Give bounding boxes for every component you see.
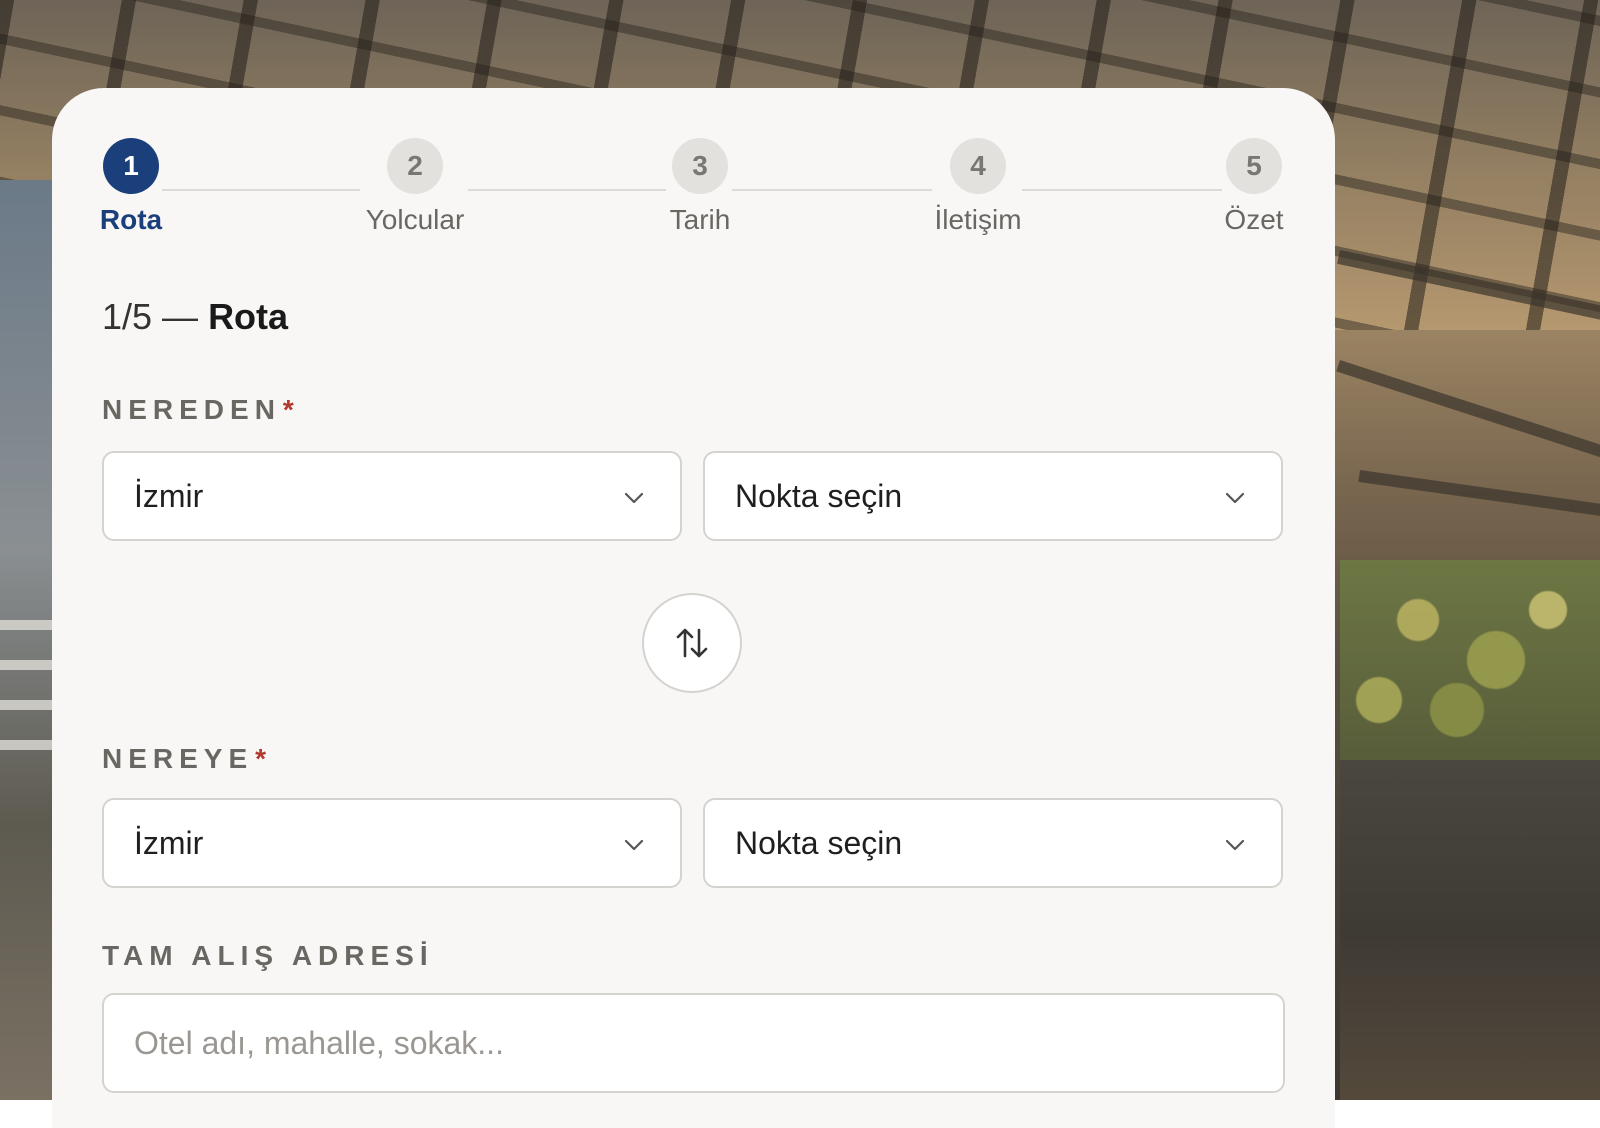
from-point-select[interactable]: Nokta seçin bbox=[703, 451, 1283, 541]
step-number: 4 bbox=[950, 138, 1006, 194]
from-city-select[interactable]: İzmir bbox=[102, 451, 682, 541]
step-number: 3 bbox=[672, 138, 728, 194]
step-label: Tarih bbox=[669, 204, 731, 235]
required-mark: * bbox=[255, 743, 267, 774]
booking-form-card: 1 Rota 2 Yolcular 3 Tarih 4 İletişim 5 Ö… bbox=[52, 88, 1335, 1128]
step-2-passengers[interactable]: 2 Yolcular bbox=[366, 138, 464, 235]
steel-beam bbox=[1358, 470, 1600, 519]
step-label: Rota bbox=[99, 204, 163, 235]
swap-route-button[interactable] bbox=[642, 593, 742, 693]
step-1-route[interactable]: 1 Rota bbox=[100, 138, 162, 235]
chevron-down-icon bbox=[1225, 492, 1245, 504]
step-connector bbox=[468, 189, 666, 191]
step-label: İletişim bbox=[934, 204, 1022, 235]
step-connector bbox=[162, 189, 360, 191]
chevron-down-icon bbox=[624, 839, 644, 851]
address-label: TAM ALIŞ ADRESİ bbox=[102, 940, 434, 971]
step-connector bbox=[732, 189, 932, 191]
from-label-text: NEREDEN bbox=[102, 394, 281, 425]
swap-vertical-icon bbox=[676, 628, 708, 658]
step-number: 1 bbox=[103, 138, 159, 194]
tree-foliage bbox=[1340, 560, 1600, 760]
to-point-select[interactable]: Nokta seçin bbox=[703, 798, 1283, 888]
step-name: Rota bbox=[208, 296, 289, 337]
lower-right-structure bbox=[1340, 760, 1600, 1100]
chevron-down-icon bbox=[1225, 839, 1245, 851]
to-label-text: NEREYE bbox=[102, 743, 254, 774]
step-progress: 1/5 — bbox=[102, 296, 199, 337]
railing-bar bbox=[0, 700, 60, 710]
step-label: Yolcular bbox=[365, 204, 465, 235]
steel-beam bbox=[1336, 360, 1600, 465]
from-point-value: Nokta seçin bbox=[735, 477, 903, 514]
step-3-date[interactable]: 3 Tarih bbox=[670, 138, 730, 235]
to-city-value: İzmir bbox=[134, 824, 204, 861]
required-mark: * bbox=[282, 394, 294, 425]
to-label: NEREYE* bbox=[102, 743, 266, 775]
step-4-contact[interactable]: 4 İletişim bbox=[934, 138, 1022, 235]
to-point-value: Nokta seçin bbox=[735, 824, 903, 861]
step-label: Özet bbox=[1224, 204, 1284, 235]
railing-bar bbox=[0, 620, 60, 630]
step-5-summary[interactable]: 5 Özet bbox=[1224, 138, 1284, 235]
from-label: NEREDEN* bbox=[102, 394, 294, 426]
step-heading: 1/5 — Rota bbox=[102, 296, 288, 338]
to-city-select[interactable]: İzmir bbox=[102, 798, 682, 888]
step-number: 5 bbox=[1226, 138, 1282, 194]
step-connector bbox=[1022, 189, 1222, 191]
chevron-down-icon bbox=[624, 492, 644, 504]
railing-bar bbox=[0, 740, 60, 750]
step-number: 2 bbox=[387, 138, 443, 194]
address-input[interactable] bbox=[102, 993, 1285, 1093]
left-wall bbox=[0, 180, 60, 1100]
railing-bar bbox=[0, 660, 60, 670]
from-city-value: İzmir bbox=[134, 477, 204, 514]
